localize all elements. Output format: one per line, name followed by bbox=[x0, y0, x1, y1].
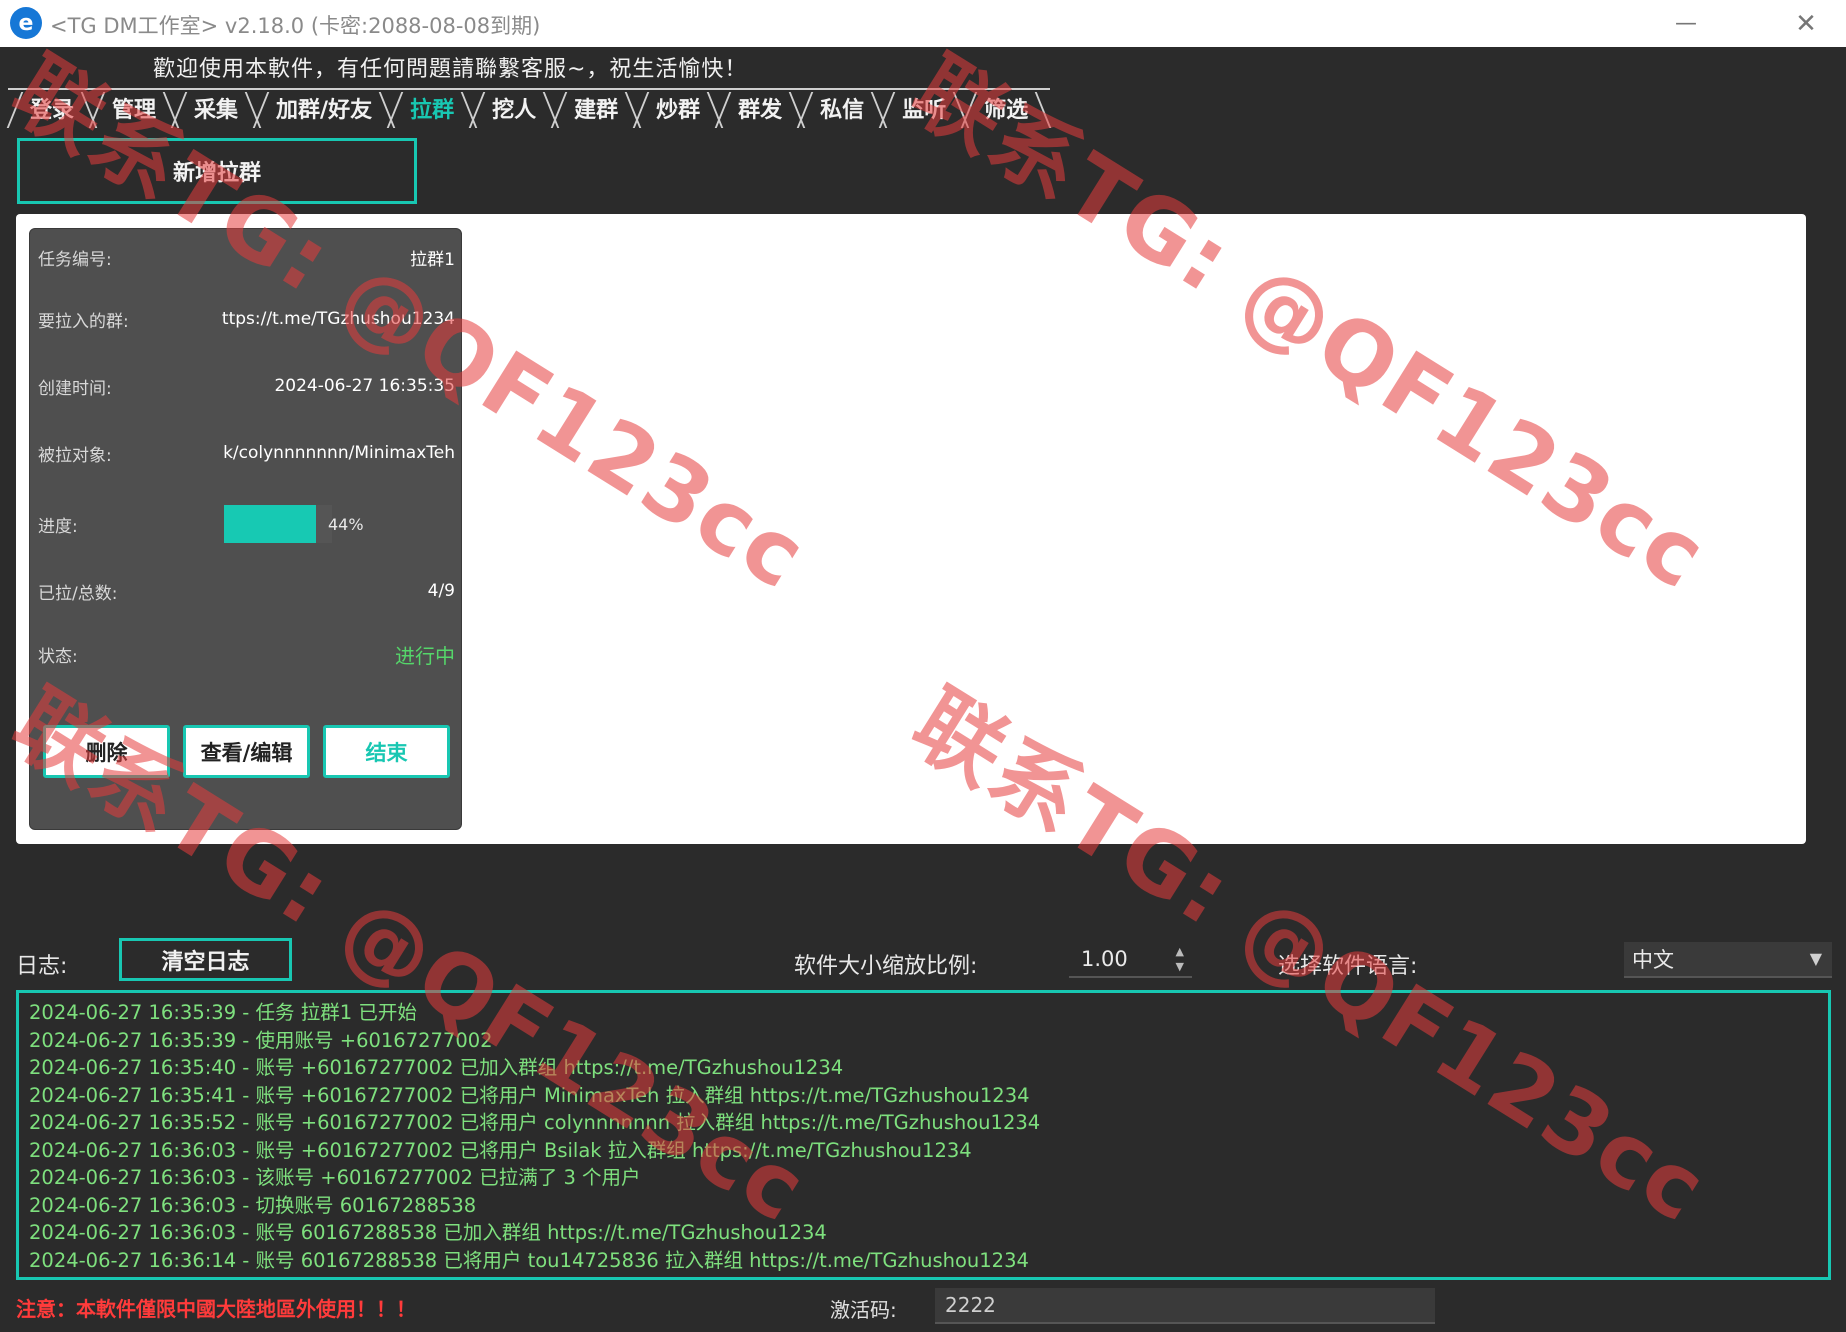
log-line: 2024-06-27 16:35:39 - 使用账号 +60167277002 bbox=[29, 1028, 493, 1052]
tab-login[interactable]: 登录 bbox=[8, 88, 97, 126]
status-value: 进行中 bbox=[395, 643, 455, 668]
window-title: <TG DM工作室> v2.18.0 (卡密:2088-08-08到期) bbox=[50, 14, 541, 38]
language-select[interactable]: 中文 ▼ bbox=[1624, 942, 1832, 978]
pulled-target-value: k/colynnnnnnn/MinimaxTeh bbox=[223, 443, 455, 463]
log-output[interactable]: 2024-06-27 16:35:39 - 任务 拉群1 已开始 2024-06… bbox=[16, 990, 1831, 1280]
tab-dig[interactable]: 挖人 bbox=[470, 88, 559, 126]
delete-button[interactable]: 删除 bbox=[43, 725, 170, 778]
tab-create-group[interactable]: 建群 bbox=[552, 88, 641, 126]
log-line: 2024-06-27 16:35:52 - 账号 +60167277002 已将… bbox=[29, 1111, 1041, 1134]
usage-warning: 注意：本軟件僅限中國大陸地區外使用！！！ bbox=[16, 1297, 416, 1321]
scale-spinbox[interactable]: 1.00 ▲ ▼ bbox=[1069, 942, 1192, 978]
progress-row: 进度: 44% bbox=[38, 505, 455, 543]
tab-broadcast[interactable]: 群发 bbox=[716, 88, 805, 126]
log-line: 2024-06-27 16:35:39 - 任务 拉群1 已开始 bbox=[29, 1001, 417, 1024]
tab-hype-group[interactable]: 炒群 bbox=[634, 88, 723, 126]
target-group-row: 要拉入的群: ttps://t.me/TGzhushou1234 bbox=[38, 304, 455, 334]
new-pull-group-button[interactable]: 新增拉群 bbox=[17, 138, 417, 204]
log-line: 2024-06-27 16:36:03 - 切换账号 60167288538 bbox=[29, 1193, 477, 1217]
task-card: 任务编号: 拉群1 要拉入的群: ttps://t.me/TGzhushou12… bbox=[29, 228, 462, 830]
view-edit-button[interactable]: 查看/编辑 bbox=[183, 725, 310, 778]
log-label: 日志: bbox=[16, 954, 68, 979]
log-line: 2024-06-27 16:36:03 - 账号 +60167277002 已将… bbox=[29, 1138, 972, 1162]
pulled-total-row: 已拉/总数: 4/9 bbox=[38, 576, 455, 606]
log-line: 2024-06-27 16:35:41 - 账号 +60167277002 已将… bbox=[29, 1083, 1030, 1107]
created-time-row: 创建时间: 2024-06-27 16:35:35 bbox=[38, 371, 455, 401]
tab-join-friend[interactable]: 加群/好友 bbox=[254, 88, 395, 126]
close-button[interactable]: ✕ bbox=[1766, 0, 1846, 47]
tab-pull-group[interactable]: 拉群 bbox=[388, 88, 477, 126]
progress-label: 进度: bbox=[38, 516, 78, 537]
clear-log-button[interactable]: 清空日志 bbox=[119, 938, 292, 981]
end-button[interactable]: 结束 bbox=[323, 725, 450, 778]
app-window: e <TG DM工作室> v2.18.0 (卡密:2088-08-08到期) —… bbox=[0, 0, 1846, 1332]
status-label: 状态: bbox=[38, 646, 78, 667]
app-logo-icon: e bbox=[10, 7, 42, 39]
pulled-total-value: 4/9 bbox=[427, 581, 455, 601]
language-value: 中文 bbox=[1632, 948, 1674, 972]
welcome-banner: 歡迎使用本軟件，有任何問題請聯繫客服~，祝生活愉快！ bbox=[153, 57, 748, 82]
activation-code-input[interactable] bbox=[935, 1288, 1435, 1324]
created-time-label: 创建时间: bbox=[38, 378, 112, 399]
log-line: 2024-06-27 16:36:03 - 该账号 +60167277002 已… bbox=[29, 1166, 641, 1189]
log-line: 2024-06-27 16:36:03 - 账号 60167288538 已加入… bbox=[29, 1221, 827, 1244]
pulled-target-label: 被拉对象: bbox=[38, 445, 112, 466]
tab-private-message[interactable]: 私信 bbox=[798, 88, 887, 126]
target-group-label: 要拉入的群: bbox=[38, 311, 129, 332]
tab-manage[interactable]: 管理 bbox=[90, 88, 179, 126]
created-time-value: 2024-06-27 16:35:35 bbox=[274, 376, 455, 396]
target-group-value: ttps://t.me/TGzhushou1234 bbox=[221, 309, 455, 329]
log-line: 2024-06-27 16:35:40 - 账号 +60167277002 已加… bbox=[29, 1056, 844, 1079]
scale-value: 1.00 bbox=[1081, 947, 1128, 971]
log-line: 2024-06-27 16:36:14 - 账号 60167288538 已将用… bbox=[29, 1248, 1029, 1272]
chevron-down-icon: ▼ bbox=[1809, 949, 1822, 968]
tab-collect[interactable]: 采集 bbox=[172, 88, 261, 126]
tab-monitor[interactable]: 监听 bbox=[880, 88, 969, 126]
minimize-button[interactable]: — bbox=[1646, 0, 1726, 47]
language-label: 选择软件语言: bbox=[1278, 954, 1418, 979]
task-id-row: 任务编号: 拉群1 bbox=[38, 242, 455, 272]
progress-bar-fill bbox=[224, 505, 316, 543]
progress-percent: 44% bbox=[328, 514, 364, 534]
pulled-total-label: 已拉/总数: bbox=[38, 583, 118, 604]
tab-filter[interactable]: 筛选 bbox=[962, 88, 1051, 126]
status-row: 状态: 进行中 bbox=[38, 639, 455, 669]
task-id-value: 拉群1 bbox=[410, 249, 455, 270]
title-bar: e <TG DM工作室> v2.18.0 (卡密:2088-08-08到期) —… bbox=[0, 0, 1846, 47]
activation-label: 激活码: bbox=[830, 1298, 897, 1322]
scale-label: 软件大小缩放比例: bbox=[794, 954, 978, 979]
tab-bar: 登录 管理 采集 加群/好友 拉群 挖人 建群 炒群 群发 私信 监听 筛选 bbox=[8, 88, 1051, 126]
pulled-target-row: 被拉对象: k/colynnnnnnn/MinimaxTeh bbox=[38, 438, 455, 468]
progress-bar bbox=[224, 505, 332, 543]
task-id-label: 任务编号: bbox=[38, 249, 112, 270]
spin-arrows-icon[interactable]: ▲ ▼ bbox=[1176, 944, 1184, 974]
